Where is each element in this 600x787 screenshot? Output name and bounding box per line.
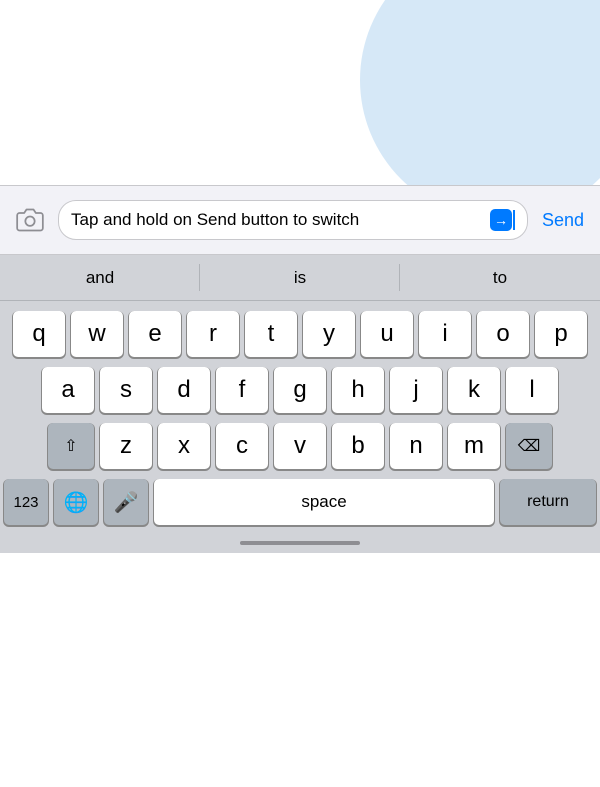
key-i[interactable]: i [419,311,471,357]
key-e[interactable]: e [129,311,181,357]
key-h[interactable]: h [332,367,384,413]
key-j[interactable]: j [390,367,442,413]
key-o[interactable]: o [477,311,529,357]
key-n[interactable]: n [390,423,442,469]
key-z[interactable]: z [100,423,152,469]
keyboard: q w e r t y u i o p a s d f g h j k l ⇧ … [0,301,600,533]
key-f[interactable]: f [216,367,268,413]
message-input[interactable]: Tap and hold on Send button to switch [58,200,528,240]
key-x[interactable]: x [158,423,210,469]
key-row-1: q w e r t y u i o p [4,311,596,357]
text-cursor [513,210,515,230]
key-u[interactable]: u [361,311,413,357]
key-b[interactable]: b [332,423,384,469]
predictive-item-is[interactable]: is [200,255,400,300]
globe-key[interactable]: 🌐 [54,479,98,525]
key-v[interactable]: v [274,423,326,469]
send-button[interactable]: Send [538,210,588,231]
top-area [0,0,600,185]
message-text: Tap and hold on Send button to switch [71,209,487,231]
key-row-3: ⇧ z x c v b n m ⌫ [4,423,596,469]
key-g[interactable]: g [274,367,326,413]
key-t[interactable]: t [245,311,297,357]
microphone-key[interactable]: 🎤 [104,479,148,525]
home-indicator-bar [240,541,360,545]
key-p[interactable]: p [535,311,587,357]
backspace-key[interactable]: ⌫ [506,423,552,469]
key-w[interactable]: w [71,311,123,357]
key-m[interactable]: m [448,423,500,469]
key-c[interactable]: c [216,423,268,469]
key-q[interactable]: q [13,311,65,357]
key-s[interactable]: s [100,367,152,413]
key-k[interactable]: k [448,367,500,413]
key-row-bottom: 123 🌐 🎤 space return [4,479,596,525]
space-key[interactable]: space [154,479,494,525]
shift-key[interactable]: ⇧ [48,423,94,469]
key-row-2: a s d f g h j k l [4,367,596,413]
send-arrow-emoji [490,209,512,231]
key-l[interactable]: l [506,367,558,413]
key-a[interactable]: a [42,367,94,413]
decorative-circle [360,0,600,185]
key-r[interactable]: r [187,311,239,357]
predictive-item-and[interactable]: and [0,255,200,300]
home-indicator [0,533,600,553]
numbers-key[interactable]: 123 [4,479,48,525]
predictive-bar: and is to [0,255,600,301]
key-y[interactable]: y [303,311,355,357]
camera-icon[interactable] [12,202,48,238]
key-d[interactable]: d [158,367,210,413]
message-bar: Tap and hold on Send button to switch Se… [0,185,600,255]
return-key[interactable]: return [500,479,596,525]
predictive-item-to[interactable]: to [400,255,600,300]
